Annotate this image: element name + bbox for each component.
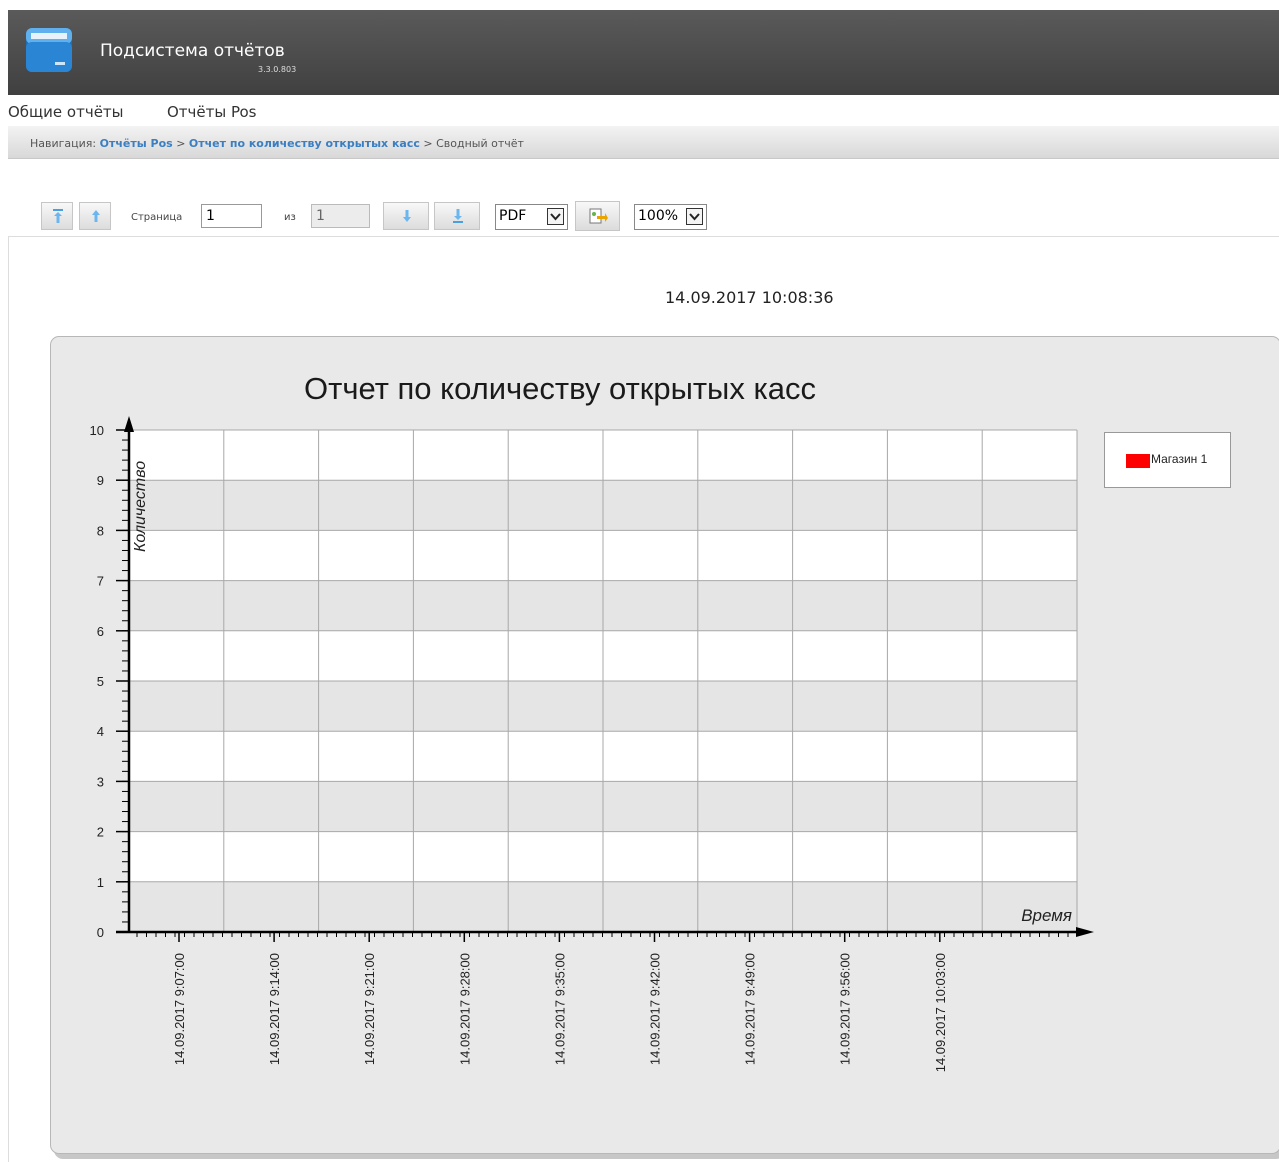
x-tick-label: 14.09.2017 9:21:00 [362,953,377,1065]
y-tick-label: 2 [97,825,104,840]
y-tick-label: 1 [97,875,104,890]
x-tick-label: 14.09.2017 10:03:00 [933,953,948,1072]
legend-label: Магазин 1 [1151,452,1208,466]
y-tick-label: 9 [97,473,104,488]
y-tick-label: 3 [97,774,104,789]
chart-plot: 0 1 2 3 4 5 6 7 8 9 10 14.09.2017 9:07:00 14.09.2017… [90,416,1094,1072]
x-tick-label: 14.09.2017 9:28:00 [457,953,472,1065]
x-tick-label: 14.09.2017 9:35:00 [552,953,567,1065]
y-tick-label: 10 [90,423,104,438]
y-axis-title: Количество [132,461,149,552]
y-tick-label: 8 [97,523,104,538]
y-tick-label: 4 [97,724,104,739]
chart-legend: Магазин 1 [1104,432,1231,488]
y-tick-label: 6 [97,624,104,639]
x-axis-title: Время [1021,906,1072,925]
y-tick-label: 0 [97,925,104,940]
legend-swatch [1126,454,1150,468]
x-tick-label: 14.09.2017 9:49:00 [743,953,758,1065]
y-tick-label: 7 [97,574,104,589]
x-axis-arrow [1076,927,1094,937]
y-tick-label: 5 [97,674,104,689]
x-tick-label: 14.09.2017 9:07:00 [172,953,187,1065]
x-tick-label: 14.09.2017 9:14:00 [267,953,282,1065]
x-tick-label: 14.09.2017 9:42:00 [648,953,663,1065]
x-tick-label: 14.09.2017 9:56:00 [838,953,853,1065]
